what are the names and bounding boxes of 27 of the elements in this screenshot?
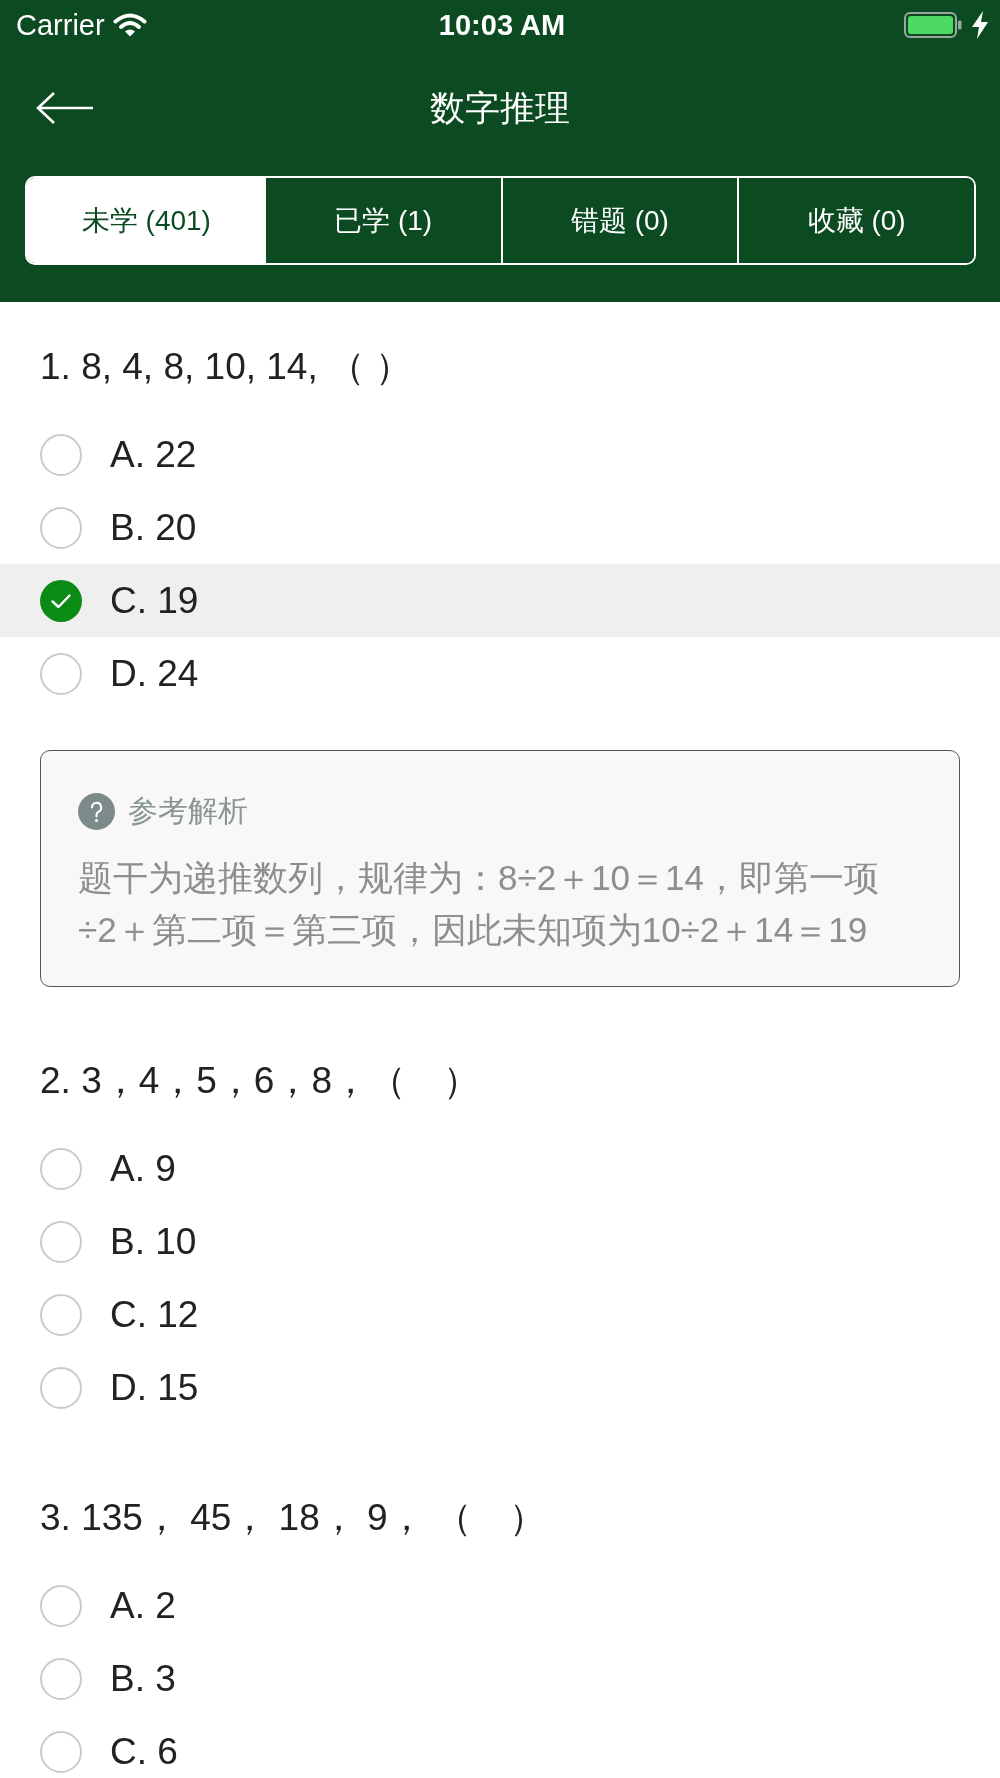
answer-option[interactable]: D. 24: [0, 637, 1000, 710]
page-title: 数字推理: [430, 86, 570, 129]
explanation-text: 题干为递推数列，规律为：8÷2＋10＝14，即第一项÷2＋第二项＝第三项，因此未知项为10÷2＋14＝19: [78, 857, 880, 951]
wifi-icon: [112, 13, 147, 37]
question-text: 2. 3，4，5，6，8，（ ）: [39, 1059, 482, 1103]
answer-option[interactable]: A. 2: [0, 1569, 1000, 1642]
answer-option[interactable]: B. 3: [0, 1642, 1000, 1715]
question-mark-icon: [78, 793, 115, 830]
tab[interactable]: 收藏 (0): [737, 178, 974, 263]
answer-option[interactable]: B. 20: [0, 491, 1000, 564]
battery-icon: [904, 12, 962, 38]
explanation-title: 参考解析: [128, 793, 248, 829]
back-button[interactable]: [36, 91, 94, 125]
tab[interactable]: 未学 (401): [27, 178, 264, 263]
question-text: 1. 8, 4, 8, 10, 14, （ ）: [39, 345, 414, 389]
answer-option[interactable]: B. 10: [0, 1205, 1000, 1278]
answer-option[interactable]: C. 19: [0, 564, 1000, 637]
carrier-label: Carrier: [16, 8, 105, 42]
question-text: 3. 135， 45， 18， 9， （ ）: [39, 1496, 547, 1540]
lightning-bolt-icon: [972, 11, 988, 39]
answer-option[interactable]: A. 22: [0, 418, 1000, 491]
answer-option[interactable]: A. 9: [0, 1132, 1000, 1205]
status-time: 10:03 AM: [438, 8, 566, 42]
answer-option[interactable]: D. 15: [0, 1351, 1000, 1424]
answer-option[interactable]: C. 12: [0, 1278, 1000, 1351]
arrow-left-icon: [36, 91, 94, 125]
answer-option[interactable]: C. 6: [0, 1715, 1000, 1778]
